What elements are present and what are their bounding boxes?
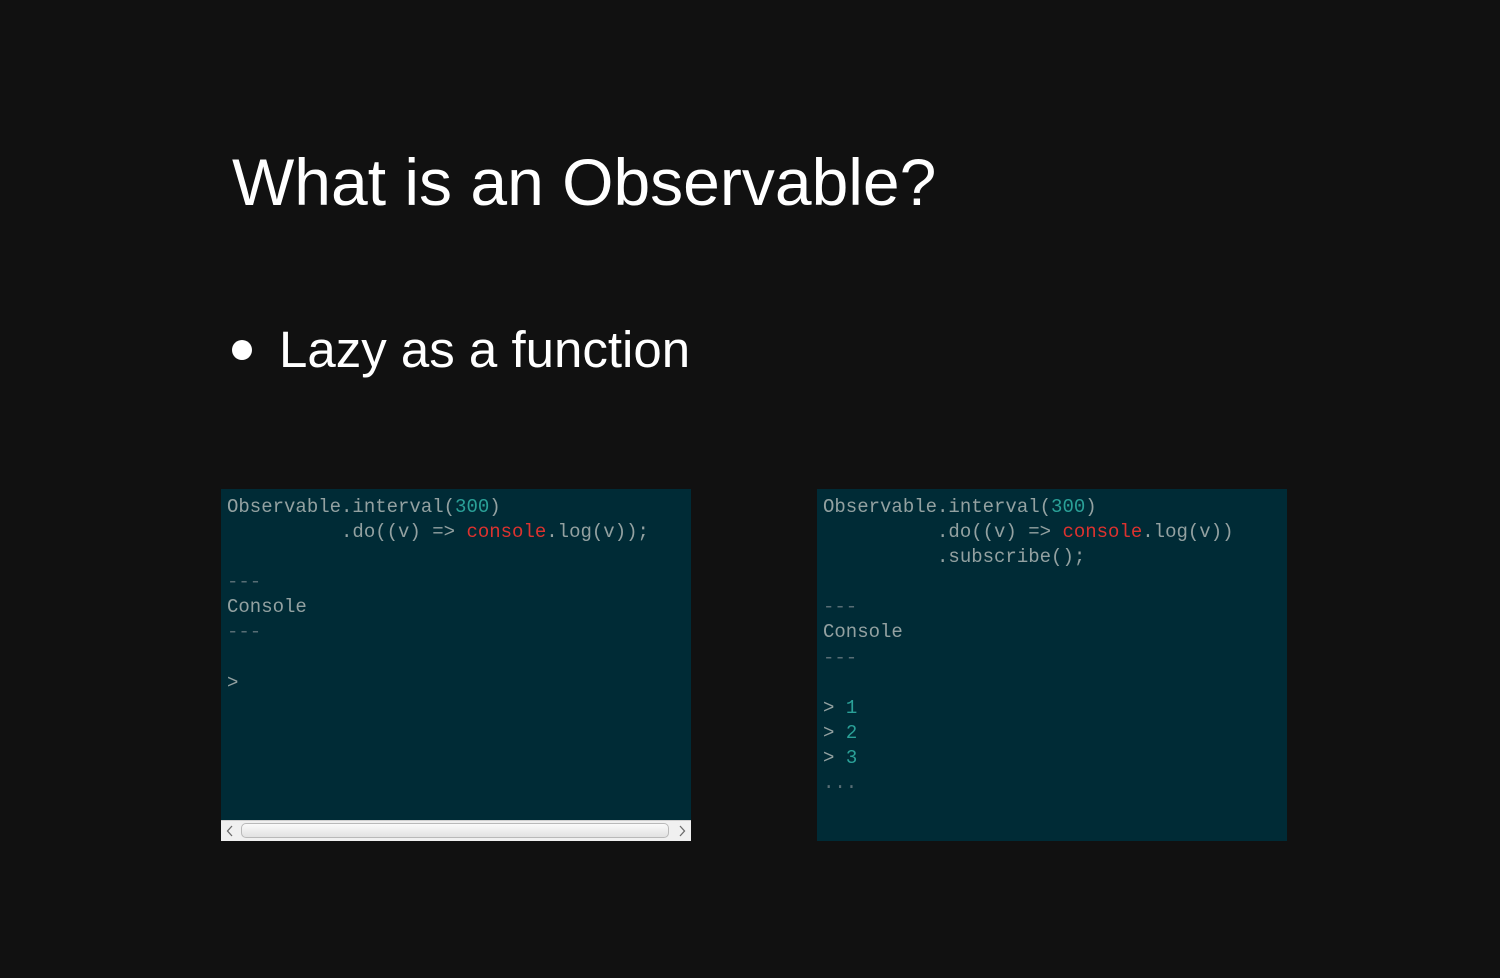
code-text: .do((v) => [823, 521, 1063, 544]
code-text: .subscribe(); [823, 546, 1086, 569]
console-output-value: 3 [845, 746, 858, 769]
code-number: 300 [1051, 496, 1086, 518]
code-text: Observable.interval( [227, 496, 456, 518]
code-text: .do((v) => [227, 521, 467, 544]
code-panel-right[interactable]: Observable.interval(300) .do((v) => cons… [817, 489, 1287, 841]
code-number: 300 [455, 496, 490, 518]
code-text: .log(v)); [546, 521, 649, 544]
console-separator-bottom: --- [823, 646, 858, 669]
bullet-text: Lazy as a function [279, 321, 691, 378]
horizontal-scrollbar[interactable] [221, 820, 691, 841]
code-console-keyword: console [466, 521, 547, 544]
console-output-value: 1 [845, 696, 858, 719]
bullet-item: Lazy as a function [232, 318, 690, 382]
console-prompt: > [227, 671, 239, 694]
console-prompt: > [823, 746, 835, 769]
code-text: Observable.interval( [823, 496, 1052, 518]
code-text: ) [489, 496, 501, 518]
console-separator-top: --- [823, 596, 858, 619]
console-label: Console [227, 596, 307, 619]
console-ellipsis: ... [823, 772, 858, 795]
scrollbar-thumb[interactable] [241, 823, 669, 838]
console-separator-top: --- [227, 571, 262, 594]
slide-title: What is an Observable? [232, 145, 937, 219]
code-text: .log(v)) [1142, 521, 1234, 544]
bullet-list: Lazy as a function [232, 318, 690, 382]
code-console-keyword: console [1062, 521, 1143, 544]
code-panel-left[interactable]: Observable.interval(300) .do((v) => cons… [221, 489, 691, 841]
console-separator-bottom: --- [227, 621, 262, 644]
console-output-value: 2 [845, 721, 858, 744]
console-label: Console [823, 621, 903, 644]
bullet-dot-icon [232, 340, 252, 360]
code-block-right: Observable.interval(300) .do((v) => cons… [817, 489, 1287, 796]
console-prompt: > [823, 721, 835, 744]
console-prompt: > [823, 696, 835, 719]
code-text: ) [1085, 496, 1097, 518]
chevron-left-icon[interactable] [221, 821, 239, 841]
chevron-right-icon[interactable] [673, 821, 691, 841]
code-block-left: Observable.interval(300) .do((v) => cons… [221, 489, 691, 696]
